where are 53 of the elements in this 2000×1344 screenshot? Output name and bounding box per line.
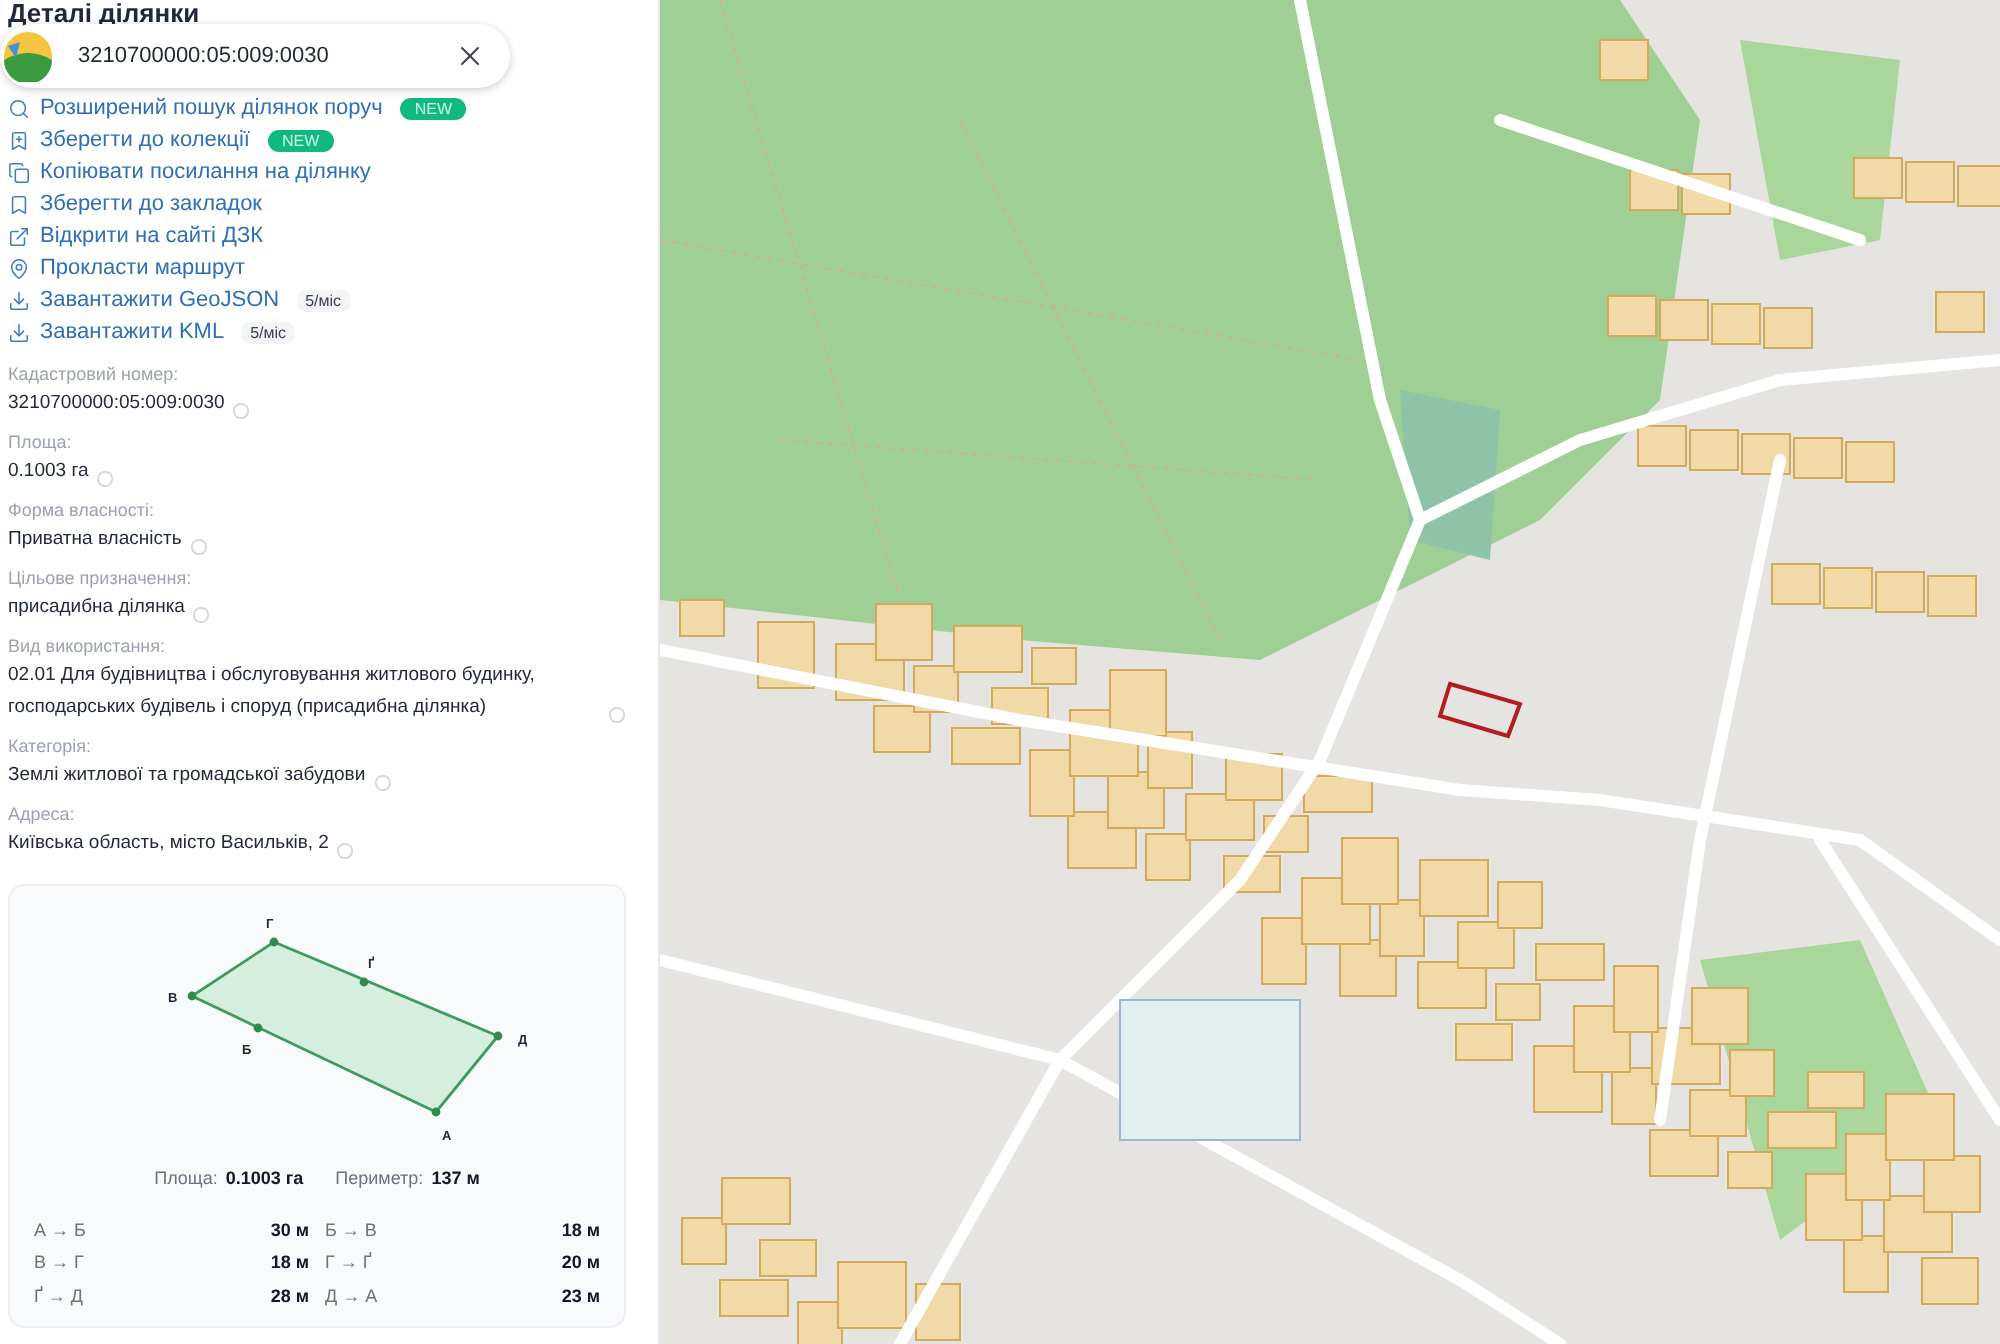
field-value: Приватна власність [8, 526, 182, 554]
action-link[interactable]: Зберегти до закладок [40, 187, 262, 221]
area-label: Площа: [154, 1166, 218, 1192]
panel-title: Деталі ділянки [8, 0, 202, 28]
segment-length: 23 м [561, 1283, 600, 1309]
map-drawing[interactable] [660, 0, 2000, 1344]
download-icon [8, 289, 30, 311]
field-value: Землі житлової та громадської забудови [8, 762, 366, 790]
field-value: присадибна ділянка [8, 594, 185, 622]
segment-length: 18 м [270, 1250, 309, 1276]
download-icon [8, 321, 30, 343]
segment-label: Г → Ґ [325, 1250, 372, 1276]
field-label: Площа: [8, 430, 74, 456]
segment-label: Б → В [325, 1217, 377, 1243]
field-value: 02.01 Для будівництва і обслуговування житлового будинку, господарських будівель і споруд (присадибна ділянка) [8, 662, 537, 722]
area-value: 0.1003 га [225, 1166, 304, 1192]
action-link[interactable]: Завантажити GeoJSON [40, 283, 280, 317]
new-badge: NEW [400, 97, 467, 119]
action-link[interactable]: Зберегти до колекції [40, 123, 250, 157]
field-value: Київська область, місто Васильків, 2 [8, 830, 329, 858]
segment-length: 18 м [561, 1217, 600, 1243]
action-link[interactable]: Прокласти маршрут [40, 251, 246, 285]
field-label: Адреса: [8, 802, 77, 828]
segment-length: 20 м [561, 1250, 600, 1276]
action-link[interactable]: Розширений пошук ділянок поруч [40, 91, 383, 125]
field-label: Категорія: [8, 734, 94, 760]
field-label: Вид використання: [8, 634, 168, 660]
field-label: Форма власності: [8, 498, 156, 524]
map-pin-icon [8, 257, 30, 279]
bookmark-icon [8, 193, 30, 215]
field-value: 3210700000:05:009:0030 [8, 390, 225, 418]
segment-label: А → Б [34, 1217, 86, 1243]
segment-label: Ґ → Д [34, 1283, 83, 1310]
quota-badge: 5/міс [297, 289, 350, 311]
field-label: Цільове призначення: [8, 566, 194, 592]
perimeter-label: Периметр: [335, 1166, 424, 1192]
segment-label: Д → А [325, 1283, 378, 1310]
external-link-icon [8, 225, 30, 247]
collection-icon [8, 129, 30, 151]
quota-badge: 5/міс [242, 321, 295, 343]
segment-length: 30 м [270, 1217, 309, 1243]
segment-length: 28 м [270, 1283, 309, 1309]
perimeter-value: 137 м [431, 1166, 480, 1192]
logo-icon [2, 30, 54, 82]
field-label: Кадастровий номер: [8, 362, 181, 388]
cadastral-number: 3210700000:05:009:0030 [78, 41, 331, 72]
action-link[interactable]: Завантажити KML [40, 315, 225, 349]
field-value: 0.1003 га [8, 458, 89, 486]
action-link[interactable]: Відкрити на сайті ДЗК [40, 219, 264, 253]
new-badge: NEW [267, 129, 334, 151]
action-link[interactable]: Копіювати посилання на ділянку [40, 155, 371, 189]
segment-label: В → Г [34, 1250, 84, 1276]
search-icon [8, 97, 30, 119]
